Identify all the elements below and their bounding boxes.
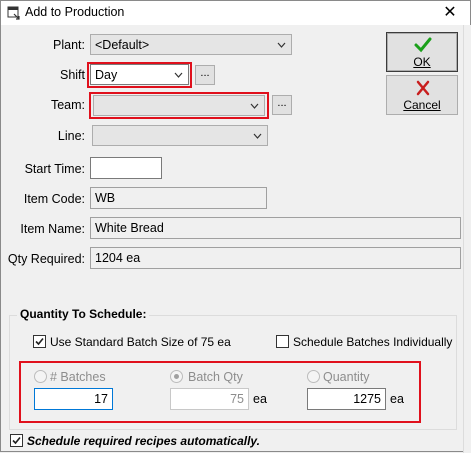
cancel-label: Cancel: [403, 98, 441, 112]
qty-required-label: Qty Required:: [7, 252, 85, 266]
chevron-down-icon: [277, 42, 286, 48]
batches-input[interactable]: 17: [34, 388, 113, 410]
batches-label: # Batches: [50, 370, 106, 384]
close-button[interactable]: ✕: [433, 2, 467, 24]
title-bar: Add to Production ✕: [1, 1, 470, 25]
line-select[interactable]: [92, 125, 268, 146]
right-panel-edge: [463, 25, 471, 453]
use-standard-batch-label: Use Standard Batch Size of 75 ea: [50, 335, 231, 349]
start-time-label: Start Time:: [24, 162, 85, 176]
batches-radio[interactable]: [34, 370, 47, 383]
checkmark-icon: [35, 337, 44, 346]
auto-recipes-checkbox[interactable]: [10, 434, 23, 447]
team-browse-button[interactable]: ...: [272, 95, 292, 115]
schedule-individually-checkbox[interactable]: [276, 335, 289, 348]
batch-qty-radio[interactable]: [170, 370, 183, 383]
use-standard-batch-checkbox[interactable]: [33, 335, 46, 348]
add-to-production-dialog: Add to Production ✕ Plant: <Default> Shi…: [0, 0, 471, 453]
cancel-button[interactable]: Cancel: [386, 75, 458, 115]
ok-button[interactable]: OK: [386, 32, 458, 72]
app-window-icon: [7, 6, 21, 20]
team-label: Team:: [50, 98, 85, 112]
start-time-input[interactable]: [90, 157, 162, 179]
batch-qty-label: Batch Qty: [188, 370, 243, 384]
ok-label: OK: [413, 55, 431, 69]
team-highlight: [89, 92, 269, 119]
item-code-field: WB: [90, 187, 267, 209]
batch-qty-input[interactable]: 75: [170, 388, 249, 410]
schedule-individually-label: Schedule Batches Individually: [293, 335, 453, 349]
item-code-label: Item Code:: [23, 192, 85, 206]
item-name-field: White Bread: [90, 217, 461, 239]
checkmark-icon: [12, 436, 21, 445]
quantity-input[interactable]: 1275: [307, 388, 386, 410]
shift-label: Shift: [59, 68, 85, 82]
chevron-down-icon: [253, 133, 262, 139]
quantity-label: Quantity: [323, 370, 370, 384]
window-title: Add to Production: [25, 5, 125, 19]
group-title: Quantity To Schedule:: [17, 307, 150, 321]
plant-value: <Default>: [95, 38, 150, 52]
qty-required-field: 1204 ea: [90, 247, 461, 269]
shift-highlight: [87, 62, 192, 88]
quantity-unit: ea: [390, 392, 404, 406]
plant-select[interactable]: <Default>: [90, 34, 292, 55]
check-icon: [414, 37, 432, 53]
shift-browse-button[interactable]: ...: [195, 65, 215, 85]
x-icon: [416, 80, 430, 96]
line-label: Line:: [57, 129, 85, 143]
auto-recipes-label: Schedule required recipes automatically.: [27, 434, 260, 448]
quantity-radio[interactable]: [307, 370, 320, 383]
plant-label: Plant:: [53, 38, 85, 52]
item-name-label: Item Name:: [20, 222, 85, 236]
batch-qty-unit: ea: [253, 392, 267, 406]
